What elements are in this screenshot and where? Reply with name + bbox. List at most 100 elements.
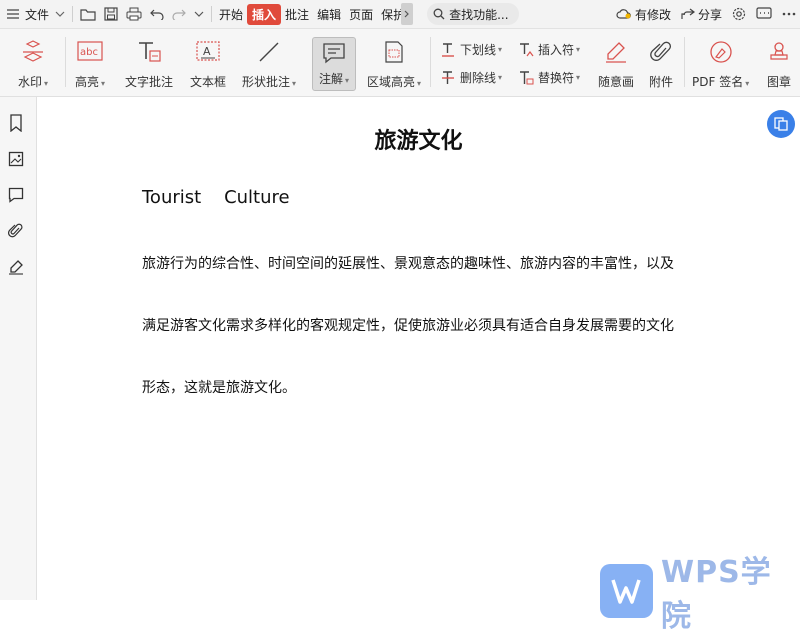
separator: [684, 37, 685, 87]
settings-gear-icon[interactable]: [732, 7, 746, 21]
watermark-button[interactable]: 水印 ▾: [18, 37, 48, 90]
pencil-icon: [604, 37, 628, 67]
share-button[interactable]: 分享: [681, 6, 722, 23]
watermark-label: 水印: [18, 75, 43, 89]
signature-pen-icon: [709, 37, 733, 67]
message-icon[interactable]: [756, 7, 772, 21]
replace-symbol-button[interactable]: 替换符 ▾: [518, 69, 580, 86]
wps-academy-watermark: WPS学院: [600, 547, 800, 635]
tab-home[interactable]: 开始: [215, 6, 247, 23]
line-shape-icon: [256, 37, 282, 67]
separator: [211, 6, 213, 22]
menubar-right: 有修改 分享: [616, 0, 796, 28]
strikethrough-icon: [440, 70, 456, 86]
area-highlight-label: 区域高亮: [367, 75, 416, 89]
tab-insert[interactable]: 插入: [247, 3, 282, 25]
insert-symbol-label: 插入符: [538, 43, 575, 57]
tab-edit[interactable]: 编辑: [313, 6, 345, 23]
convert-document-button[interactable]: [767, 110, 795, 138]
note-icon: [322, 38, 346, 68]
hamburger-icon: [6, 8, 20, 20]
text-comment-label: 文字批注: [125, 75, 174, 89]
replace-symbol-label: 替换符: [538, 71, 575, 85]
convert-icon: [774, 117, 788, 131]
attachment-label: 附件: [649, 75, 674, 89]
replace-symbol-icon: [518, 70, 534, 86]
svg-text:A: A: [203, 45, 211, 58]
text-comment-button[interactable]: 文字批注: [125, 37, 173, 90]
highlight-button[interactable]: abc 高亮 ▾: [75, 37, 105, 90]
underline-label: 下划线: [460, 43, 497, 57]
freehand-button[interactable]: 随意画: [598, 37, 634, 90]
note-button[interactable]: 注解 ▾: [312, 37, 356, 91]
freehand-label: 随意画: [598, 75, 635, 89]
underline-icon: [440, 42, 456, 58]
document-title: 旅游文化: [374, 129, 463, 154]
save-icon[interactable]: [100, 0, 122, 28]
pdf-sign-button[interactable]: PDF 签名 ▾: [692, 37, 749, 90]
left-sidebar: [0, 97, 37, 600]
text-comment-icon: [136, 37, 162, 67]
paperclip-icon: [650, 37, 672, 67]
attachment-icon[interactable]: [5, 220, 27, 242]
strikethrough-button[interactable]: 删除线 ▾: [440, 69, 502, 86]
open-folder-icon[interactable]: [76, 0, 100, 28]
tab-comment[interactable]: 批注: [281, 6, 313, 23]
chevron-down-icon: [55, 10, 65, 18]
share-icon: [681, 8, 695, 20]
pdf-sign-label: PDF 签名: [692, 75, 744, 89]
share-label: 分享: [697, 7, 722, 22]
insert-symbol-icon: [518, 42, 534, 58]
paragraph-line: 旅游行为的综合性、时间空间的延展性、景观意态的趣味性、旅游内容的丰富性，以及: [142, 256, 674, 272]
separator: [65, 37, 66, 87]
paragraph-line: 形态，这就是旅游文化。: [142, 380, 296, 396]
thumbnail-image-icon[interactable]: [5, 148, 27, 170]
menu-bar: 文件 开始 插入 批注 编辑 页面 保护 查找功能... 有修改 分享: [0, 0, 800, 29]
search-box[interactable]: 查找功能...: [427, 3, 519, 25]
search-icon: [433, 8, 445, 20]
redo-icon[interactable]: [168, 0, 190, 28]
quick-access-dropdown-icon[interactable]: [190, 0, 208, 28]
search-label: 查找功能...: [449, 7, 509, 22]
svg-text:abc: abc: [80, 47, 98, 58]
textbox-icon: A: [195, 37, 221, 67]
signature-icon[interactable]: [5, 256, 27, 278]
wps-academy-text: WPS学院: [660, 555, 772, 634]
modified-status-button[interactable]: 有修改: [616, 6, 671, 23]
comment-icon[interactable]: [5, 184, 27, 206]
cloud-sync-icon: [616, 8, 632, 20]
shape-comment-label: 形状批注: [242, 75, 291, 89]
watermark-icon: [20, 37, 46, 67]
insert-symbol-button[interactable]: 插入符 ▾: [518, 41, 580, 58]
tab-page[interactable]: 页面: [345, 6, 377, 23]
file-menu[interactable]: 文件: [0, 0, 69, 28]
textbox-button[interactable]: A 文本框: [190, 37, 226, 90]
stamp-label: 图章: [767, 75, 792, 89]
separator: [430, 37, 431, 87]
wps-logo-icon: [600, 564, 653, 618]
more-options-icon[interactable]: [782, 12, 796, 16]
bookmark-icon[interactable]: [5, 112, 27, 134]
ribbon-toolbar: 水印▾ abc 高亮▾ 文字批注 A 文本框 形状批注▾ 注解▾ 区域高: [0, 29, 800, 97]
separator: [72, 6, 74, 22]
textbox-label: 文本框: [190, 75, 227, 89]
print-icon[interactable]: [122, 0, 146, 28]
stamp-button[interactable]: 图章: [767, 37, 791, 90]
tab-protect[interactable]: 保护: [377, 6, 401, 23]
stamp-icon: [767, 37, 791, 67]
area-highlight-button[interactable]: 区域高亮 ▾: [367, 37, 421, 90]
modified-label: 有修改: [634, 7, 671, 22]
shape-comment-button[interactable]: 形状批注 ▾: [242, 37, 296, 90]
paragraph-line: 满足游客文化需求多样化的客观规定性，促使旅游业必须具有适合自身发展需要的文化: [142, 318, 674, 334]
highlight-label: 高亮: [75, 75, 100, 89]
file-menu-label: 文件: [25, 7, 50, 22]
strikethrough-label: 删除线: [460, 71, 497, 85]
attachment-button[interactable]: 附件: [649, 37, 673, 90]
highlight-icon: abc: [77, 37, 103, 67]
note-label: 注解: [318, 72, 343, 86]
underline-button[interactable]: 下划线 ▾: [440, 41, 502, 58]
more-tabs-button[interactable]: [401, 3, 414, 25]
undo-icon[interactable]: [146, 0, 168, 28]
document-subtitle: Tourist Culture: [142, 187, 290, 208]
document-page: 旅游文化 Tourist Culture 旅游行为的综合性、时间空间的延展性、景…: [37, 97, 800, 600]
